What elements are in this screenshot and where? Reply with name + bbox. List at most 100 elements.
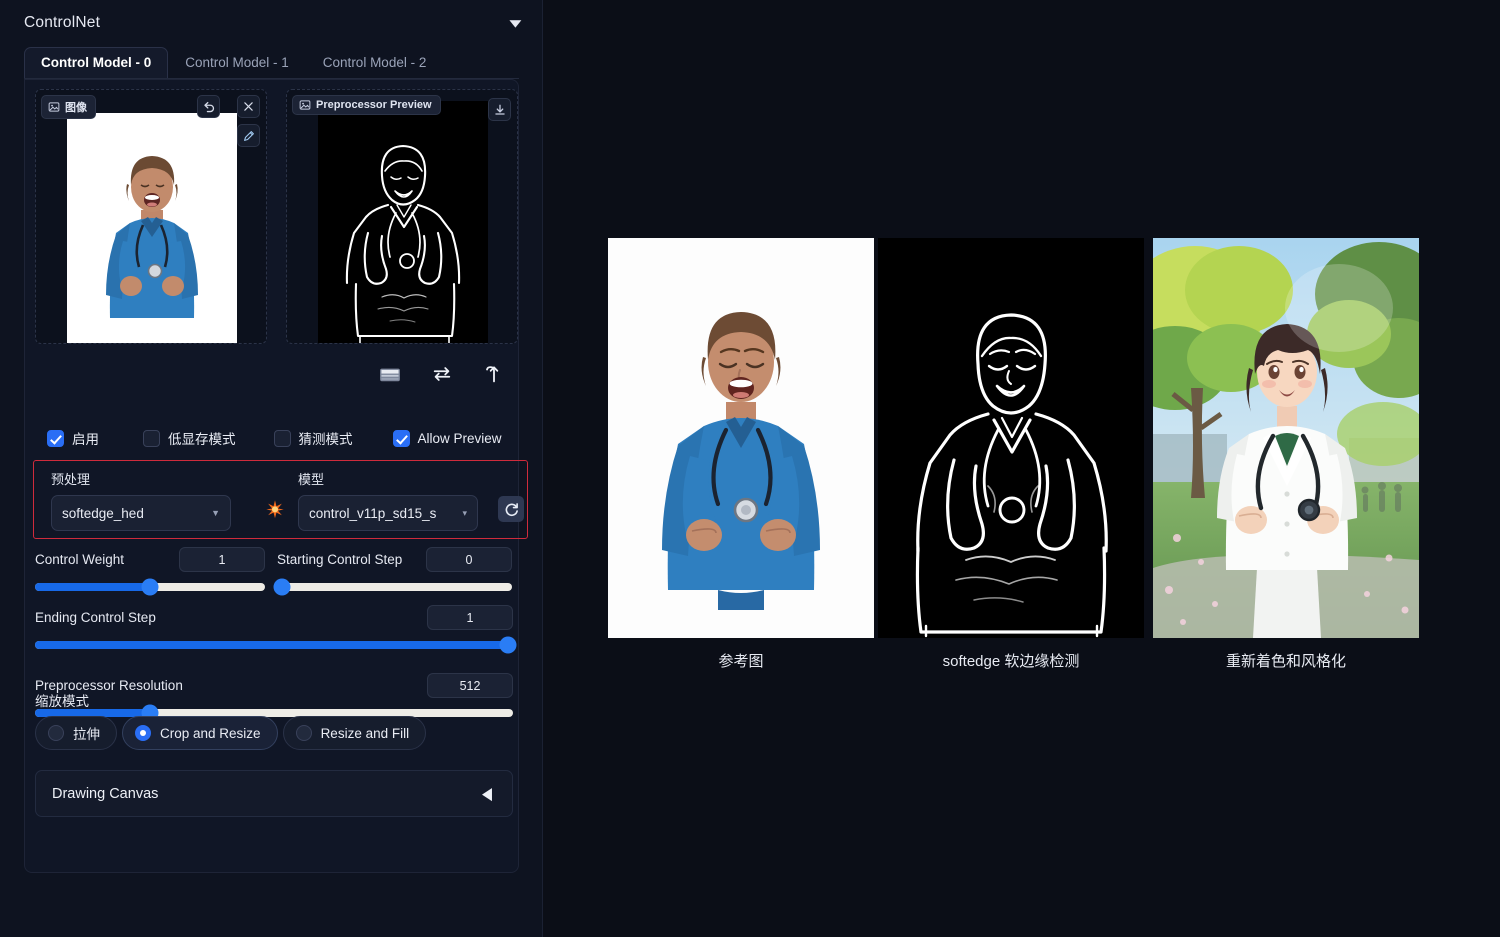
model-value: control_v11p_sd15_s	[309, 506, 436, 521]
slider-ending-control-step: Ending Control Step 1	[35, 605, 513, 649]
source-image	[67, 113, 237, 343]
model-field: 模型 control_v11p_sd15_s ▾	[298, 469, 478, 531]
source-image-pane[interactable]: 图像	[35, 89, 267, 344]
slider-ending-control-step-label: Ending Control Step	[35, 610, 156, 625]
gallery-caption-softedge: softedge 软边缘检测	[878, 650, 1144, 671]
image-icon	[299, 99, 311, 111]
controlnet-header: ControlNet ▼	[0, 0, 543, 46]
gallery-caption-stylized: 重新着色和风格化	[1153, 650, 1419, 671]
spark-icon[interactable]	[264, 498, 286, 520]
slider-preprocessor-resolution: Preprocessor Resolution 512	[35, 673, 513, 717]
slider-control-weight-fill	[35, 583, 150, 591]
radio-crop-and-resize[interactable]: Crop and Resize	[122, 716, 278, 750]
checkbox-guess-mode-box[interactable]	[274, 430, 291, 447]
close-icon	[242, 100, 255, 113]
checkbox-low-vram-label: 低显存模式	[168, 428, 236, 448]
preprocessor-field: 预处理 softedge_hed ▼	[51, 469, 231, 531]
refresh-icon	[503, 501, 520, 518]
upload-arrow-icon[interactable]	[481, 361, 507, 387]
image-panes: 图像	[35, 89, 510, 347]
slider-control-weight-thumb[interactable]	[142, 579, 159, 596]
controlnet-panel: ControlNet ▼ Control Model - 0 Control M…	[0, 0, 543, 937]
gallery-image-reference[interactable]	[608, 238, 874, 638]
checkbox-enable-box[interactable]	[47, 430, 64, 447]
source-image-tag: 图像	[41, 95, 96, 119]
result-gallery: 参考图	[560, 0, 1500, 937]
radio-resize-and-fill-dot[interactable]	[296, 725, 312, 741]
triangle-left-icon[interactable]: ◀	[482, 783, 492, 804]
preprocessor-select[interactable]: softedge_hed ▼	[51, 495, 231, 531]
app-root: ControlNet ▼ Control Model - 0 Control M…	[0, 0, 1500, 937]
tab-control-model-0[interactable]: Control Model - 0	[24, 47, 168, 78]
resize-mode-radio-group: 拉伸 Crop and Resize Resize and Fill	[35, 716, 426, 750]
gallery-caption-reference: 参考图	[608, 650, 874, 671]
gallery-image-softedge[interactable]	[878, 238, 1144, 638]
camera-icon[interactable]	[377, 361, 403, 387]
undo-icon	[202, 100, 216, 114]
radio-stretch[interactable]: 拉伸	[35, 716, 117, 750]
slider-starting-control-step-value[interactable]: 0	[426, 547, 512, 572]
slider-control-weight-label: Control Weight	[35, 552, 124, 567]
slider-ending-control-step-value[interactable]: 1	[427, 605, 513, 630]
checkbox-guess-mode-label: 猜测模式	[299, 428, 353, 448]
tab-control-model-2[interactable]: Control Model - 2	[306, 47, 444, 78]
preprocessor-label: 预处理	[51, 469, 231, 488]
edit-pen-icon	[242, 129, 256, 143]
preprocessor-preview-tag: Preprocessor Preview	[292, 95, 441, 115]
slider-control-weight: Control Weight 1	[35, 547, 265, 591]
undo-button[interactable]	[197, 95, 220, 118]
control-model-tabs: Control Model - 0 Control Model - 1 Cont…	[24, 45, 519, 79]
radio-resize-and-fill[interactable]: Resize and Fill	[283, 716, 427, 750]
gallery-item-stylized[interactable]: 重新着色和风格化	[1153, 238, 1419, 638]
slider-ending-control-step-thumb[interactable]	[500, 637, 517, 654]
source-image-tag-label: 图像	[65, 99, 87, 115]
download-icon	[493, 103, 507, 117]
model-label: 模型	[298, 469, 478, 488]
slider-ending-control-step-fill	[35, 641, 513, 649]
preprocessor-model-highlight: 预处理 softedge_hed ▼ 模型 control_v11p_	[33, 460, 528, 539]
slider-starting-control-step: Starting Control Step 0	[277, 547, 512, 591]
checkbox-allow-preview-label: Allow Preview	[418, 431, 502, 446]
download-button[interactable]	[488, 98, 511, 121]
radio-crop-and-resize-dot[interactable]	[135, 725, 151, 741]
preprocessor-preview-image	[318, 101, 488, 344]
chevron-down-icon: ▼	[211, 508, 220, 518]
radio-resize-and-fill-label: Resize and Fill	[321, 726, 410, 741]
preprocessor-value: softedge_hed	[62, 506, 144, 521]
checkbox-enable-label: 启用	[72, 428, 99, 448]
drawing-canvas-accordion[interactable]: Drawing Canvas ◀	[35, 770, 513, 817]
preprocessor-preview-pane[interactable]: Preprocessor Preview	[286, 89, 518, 344]
radio-stretch-dot[interactable]	[48, 725, 64, 741]
refresh-models-button[interactable]	[498, 496, 524, 522]
model-select[interactable]: control_v11p_sd15_s ▾	[298, 495, 478, 531]
swap-arrows-icon[interactable]	[429, 361, 455, 387]
close-button[interactable]	[237, 95, 260, 118]
slider-starting-control-step-track[interactable]	[277, 583, 512, 591]
checkbox-allow-preview-box[interactable]	[393, 430, 410, 447]
radio-stretch-label: 拉伸	[73, 723, 100, 743]
control-model-0-body: 图像	[24, 79, 519, 873]
options-checkbox-row: 启用 低显存模式 猜测模式 Allow Preview	[35, 424, 513, 452]
slider-ending-control-step-track[interactable]	[35, 641, 513, 649]
checkbox-low-vram[interactable]: 低显存模式	[143, 428, 236, 448]
tab-control-model-1[interactable]: Control Model - 1	[168, 47, 306, 78]
gallery-image-stylized[interactable]	[1153, 238, 1419, 638]
checkbox-enable[interactable]: 启用	[47, 428, 99, 448]
checkbox-guess-mode[interactable]: 猜测模式	[274, 428, 353, 448]
checkbox-low-vram-box[interactable]	[143, 430, 160, 447]
preprocessor-preview-tag-label: Preprocessor Preview	[316, 99, 432, 111]
slider-preprocessor-resolution-value[interactable]: 512	[427, 673, 513, 698]
slider-control-weight-track[interactable]	[35, 583, 265, 591]
gallery-item-softedge[interactable]: softedge 软边缘检测	[878, 238, 1144, 638]
edit-pen-button[interactable]	[237, 124, 260, 147]
checkbox-allow-preview[interactable]: Allow Preview	[393, 430, 502, 447]
resize-mode-label: 缩放模式	[35, 690, 89, 710]
drawing-canvas-title: Drawing Canvas	[52, 786, 158, 802]
triangle-down-icon[interactable]: ▼	[506, 17, 526, 30]
page-title: ControlNet	[24, 14, 100, 32]
gallery-item-reference[interactable]: 参考图	[608, 238, 874, 638]
slider-control-weight-value[interactable]: 1	[179, 547, 265, 572]
image-icon	[48, 101, 60, 113]
slider-starting-control-step-label: Starting Control Step	[277, 552, 402, 567]
slider-starting-control-step-thumb[interactable]	[273, 579, 290, 596]
